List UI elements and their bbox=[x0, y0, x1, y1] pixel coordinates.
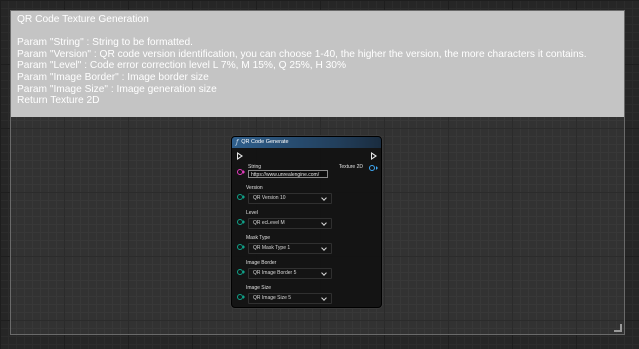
level-pin-arrow-icon bbox=[243, 220, 245, 224]
image-border-label: Image Border bbox=[246, 260, 277, 266]
image-size-dropdown[interactable]: QR Image Size 5 bbox=[248, 293, 332, 304]
comment-line-level: Param "Level" : Code error correction le… bbox=[17, 60, 347, 72]
node-title: QR Code Generate bbox=[241, 139, 289, 145]
comment-line-size: Param "Image Size" : Image generation si… bbox=[17, 83, 217, 95]
string-input[interactable]: https://www.unrealengine.com/ bbox=[248, 170, 328, 178]
comment-header[interactable]: QR Code Texture Generation Param "String… bbox=[11, 11, 624, 117]
version-dropdown[interactable]: QR Version 10 bbox=[248, 193, 332, 204]
mask-type-label: Mask Type bbox=[246, 235, 271, 241]
version-selected: QR Version 10 bbox=[253, 195, 286, 201]
texture-output-pin-icon[interactable] bbox=[369, 165, 375, 171]
output-texture-label: Texture 2D bbox=[338, 164, 363, 170]
mask-type-selected: QR Mask Type 1 bbox=[253, 245, 291, 251]
comment-line-string: Param "String" : String to be formatted. bbox=[17, 37, 193, 49]
image-border-selected: QR Image Border 5 bbox=[253, 270, 297, 276]
level-dropdown[interactable]: QR ecLevel M bbox=[248, 218, 332, 229]
comment-line-title: QR Code Texture Generation bbox=[17, 14, 149, 25]
level-selected: QR ecLevel M bbox=[253, 220, 285, 226]
qr-code-generate-node[interactable]: ƒ QR Code Generate Texture 2D String htt… bbox=[231, 136, 382, 308]
image-size-pin-arrow-icon bbox=[243, 295, 245, 299]
image-size-label: Image Size bbox=[246, 285, 272, 291]
mask-type-dropdown[interactable]: QR Mask Type 1 bbox=[248, 243, 332, 254]
image-border-dropdown[interactable]: QR Image Border 5 bbox=[248, 268, 332, 279]
level-label: Level bbox=[246, 210, 258, 216]
chevron-down-icon bbox=[321, 295, 327, 301]
chevron-down-icon bbox=[321, 195, 327, 201]
function-icon: ƒ bbox=[236, 139, 239, 146]
chevron-down-icon bbox=[321, 270, 327, 276]
texture-pin-arrow-icon bbox=[376, 166, 378, 170]
blueprint-graph[interactable]: QR Code Texture Generation Param "String… bbox=[0, 0, 639, 349]
comment-line-return: Return Texture 2D bbox=[17, 95, 100, 107]
comment-line-border: Param "Image Border" : Image border size bbox=[17, 71, 209, 83]
comment-line-version: Param "Version" : QR code version identi… bbox=[17, 48, 587, 60]
exec-input-pin-icon[interactable] bbox=[237, 152, 243, 160]
comment-line-blank bbox=[17, 26, 618, 38]
version-pin-arrow-icon bbox=[243, 195, 245, 199]
exec-output-pin-icon[interactable] bbox=[371, 152, 377, 160]
node-title-bar[interactable]: ƒ QR Code Generate bbox=[232, 137, 381, 148]
comment-resize-handle[interactable] bbox=[614, 324, 622, 332]
image-size-selected: QR Image Size 5 bbox=[253, 295, 292, 301]
version-label: Version bbox=[246, 185, 263, 191]
chevron-down-icon bbox=[321, 220, 327, 226]
mask-type-pin-arrow-icon bbox=[243, 245, 245, 249]
string-pin-arrow-icon bbox=[243, 170, 245, 174]
chevron-down-icon bbox=[321, 245, 327, 251]
image-border-pin-arrow-icon bbox=[243, 270, 245, 274]
